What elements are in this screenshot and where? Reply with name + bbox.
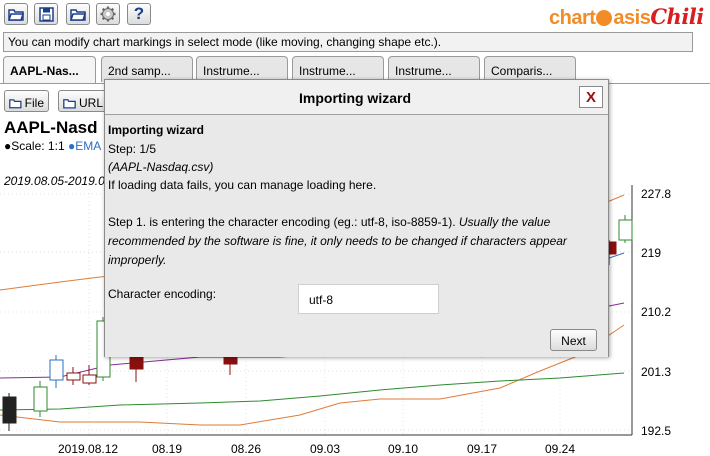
file-button[interactable]: File [4,90,49,112]
x-tick-label: 08.19 [152,442,183,456]
wizard-heading: Importing wizard [108,123,204,137]
y-tick-label: 192.5 [641,424,672,438]
settings-button[interactable] [96,3,120,25]
candle-7 [129,354,144,370]
open-folder-button[interactable] [66,3,90,25]
save-disk-icon [38,6,54,22]
candle-8 [223,356,238,365]
open-folder-icon [9,98,22,108]
info-bar: You can modify chart markings in select … [3,32,693,52]
open-file-button[interactable] [4,3,28,25]
encoding-label: Character encoding: [108,287,217,301]
hint-text: If loading data fails, you can manage lo… [108,178,377,192]
x-tick-label: 09.03 [310,442,341,456]
scale-legend: ●Scale: 1:1 ●EMA [4,139,102,153]
dialog-title: Importing wizard [299,90,411,106]
y-tick-label: 219 [641,246,662,260]
app-logo: chart asisChili [549,4,704,29]
x-tick-label: 09.24 [545,442,576,456]
candle-3 [49,359,64,381]
close-button[interactable]: X [579,86,603,108]
url-button[interactable]: URL [58,90,108,112]
step-indicator: Step: 1/5 [108,142,157,156]
x-tick-label: 08.26 [231,442,262,456]
x-tick-label: 09.17 [467,442,498,456]
x-tick-label: 09.10 [388,442,419,456]
help-icon: ? [133,4,145,23]
encoding-input[interactable]: utf-8 [298,284,439,314]
candle-5 [82,374,97,384]
help-button[interactable]: ? [127,3,151,25]
tab-aapl[interactable]: AAPL-Nas... [3,56,96,84]
logo-o-icon [596,10,613,26]
save-button[interactable] [34,3,58,25]
ema-legend[interactable]: ●EMA [68,139,101,153]
file-name: (AAPL-Nasdaq.csv) [108,160,214,174]
open-folder-icon [63,98,76,109]
y-tick-label: 201.3 [641,365,672,379]
candle-10 [618,219,633,241]
y-tick-label: 210.2 [641,305,672,319]
open-folder-icon [70,9,86,21]
candle-4 [66,372,81,381]
y-tick-label: 227.8 [641,187,672,201]
next-button[interactable]: Next [550,329,597,351]
close-icon: X [585,88,596,106]
step-description: Step 1. is entering the character encodi… [108,215,567,267]
open-folder-icon [8,9,24,21]
importing-wizard-dialog: Importing wizard X Importing wizard Step… [104,79,609,357]
candle-1 [2,396,17,424]
chart-title: AAPL-Nasd [4,118,98,137]
gear-icon [100,6,116,22]
dialog-body: Importing wizard Step: 1/5 (AAPL-Nasdaq.… [105,114,608,357]
x-tick-label: 2019.08.12 [58,442,119,456]
candle-2 [33,386,48,412]
